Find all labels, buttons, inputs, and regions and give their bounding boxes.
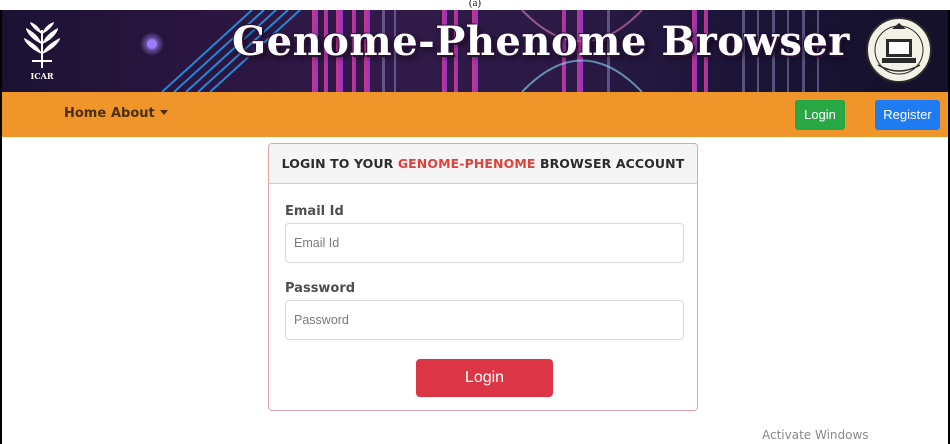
nav-login-button[interactable]: Login — [795, 100, 845, 130]
nav-register-button[interactable]: Register — [875, 100, 940, 130]
nav-about-dropdown[interactable]: About — [111, 106, 168, 121]
icar-logo-text: ICAR — [30, 70, 54, 81]
email-label: Email Id — [285, 204, 344, 219]
nav-about-label: About — [111, 106, 155, 121]
heading-prefix: LOGIN TO YOUR — [281, 156, 398, 171]
figure-caption: (a) — [468, 0, 482, 9]
site-banner: ICAR Genome-Phenome Browser — [2, 10, 948, 92]
heading-suffix: BROWSER ACCOUNT — [535, 156, 685, 171]
activate-windows-watermark: Activate Windows — [762, 428, 869, 442]
login-card: LOGIN TO YOUR GENOME-PHENOME BROWSER ACC… — [268, 143, 698, 411]
login-card-heading: LOGIN TO YOUR GENOME-PHENOME BROWSER ACC… — [269, 144, 697, 184]
heading-accent: GENOME-PHENOME — [397, 156, 536, 171]
chevron-down-icon — [159, 110, 168, 115]
login-submit-button[interactable]: Login — [416, 359, 553, 397]
site-title: Genome-Phenome Browser — [232, 18, 850, 65]
wheat-emblem-icon — [24, 21, 60, 68]
icar-logo: ICAR — [10, 15, 74, 85]
email-field[interactable] — [285, 223, 684, 263]
institute-emblem-icon — [866, 17, 932, 83]
main-navbar: Home About Login Register — [2, 92, 948, 137]
password-label: Password — [285, 281, 356, 296]
password-field[interactable] — [285, 300, 684, 340]
institute-logo — [864, 15, 934, 85]
nav-home-link[interactable]: Home — [64, 106, 106, 121]
